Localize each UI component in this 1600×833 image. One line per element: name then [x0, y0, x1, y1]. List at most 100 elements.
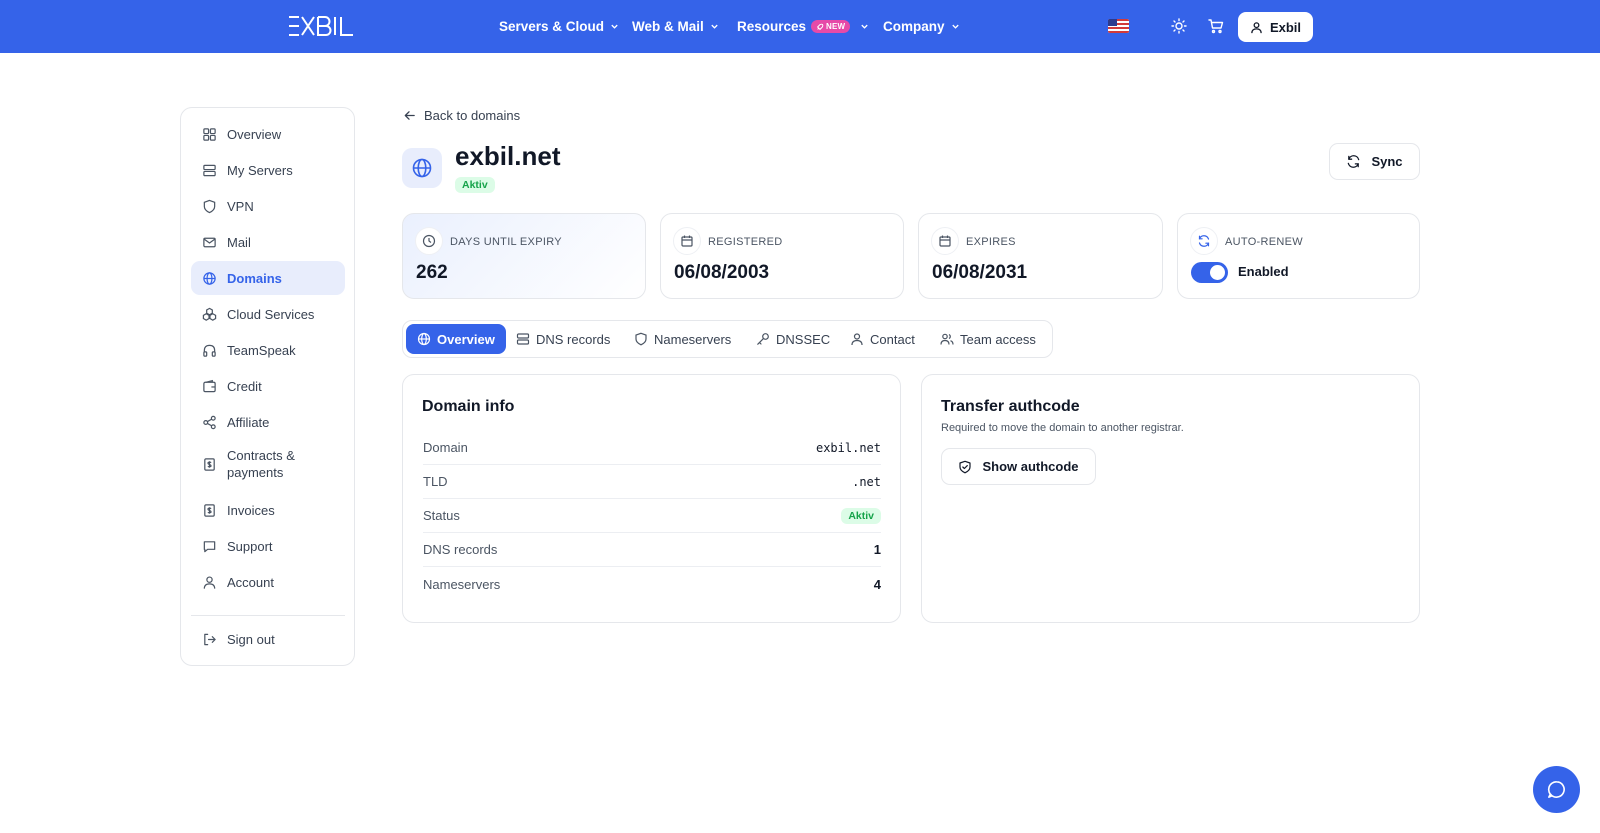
user-icon: [851, 333, 863, 346]
key-icon: [757, 333, 769, 345]
calendar-icon: [681, 235, 693, 247]
sidebar-item-affiliate[interactable]: Affiliate: [191, 405, 345, 439]
panel-title: Domain info: [422, 398, 515, 415]
wallet-icon: [203, 379, 216, 392]
sidebar-item-overview[interactable]: Overview: [191, 117, 345, 151]
tab-team-access[interactable]: Team access: [929, 324, 1047, 354]
transfer-authcode-panel: Transfer authcode Required to move the d…: [921, 374, 1420, 623]
arrow-left-icon: [404, 110, 415, 120]
server-icon: [203, 164, 216, 176]
status-badge: Aktiv: [841, 507, 881, 524]
stat-icon-wrap: [673, 227, 701, 255]
nav-servers-cloud[interactable]: Servers & Cloud: [499, 0, 619, 53]
panel-subtitle: Required to move the domain to another r…: [941, 422, 1184, 434]
tab-dnssec[interactable]: DNSSEC: [745, 324, 841, 354]
sidebar: Overview My Servers VPN Mail Domains Clo…: [180, 107, 355, 666]
mail-icon: [203, 237, 216, 247]
calendar-icon: [939, 235, 951, 247]
sidebar-item-domains[interactable]: Domains: [191, 261, 345, 295]
refresh-icon: [1348, 155, 1360, 168]
stat-value: 06/08/2003: [674, 262, 770, 283]
sidebar-item-sign-out[interactable]: Sign out: [191, 622, 345, 656]
server-icon: [516, 333, 530, 345]
sidebar-item-account[interactable]: Account: [191, 565, 345, 599]
stat-value: 06/08/2031: [932, 262, 1028, 283]
stat-card-registered: REGISTERED 06/08/2003: [660, 213, 904, 299]
refresh-icon: [1198, 235, 1210, 247]
back-to-domains-link[interactable]: Back to domains: [403, 106, 520, 124]
stat-value: 262: [416, 262, 448, 283]
tab-overview[interactable]: Overview: [406, 324, 506, 354]
sidebar-item-my-servers[interactable]: My Servers: [191, 153, 345, 187]
stat-label: EXPIRES: [966, 236, 1016, 248]
info-row-nameservers: Nameservers 4: [423, 576, 881, 592]
auto-renew-toggle[interactable]: [1191, 262, 1228, 283]
user-menu-button[interactable]: Exbil: [1238, 12, 1313, 42]
chevron-down-icon: [861, 24, 868, 29]
stat-card-days-until-expiry: DAYS UNTIL EXPIRY 262: [402, 213, 646, 299]
chevron-down-icon: [711, 24, 718, 29]
rocket-icon: [816, 23, 824, 30]
globe-icon: [417, 332, 431, 346]
sidebar-item-contracts-payments[interactable]: Contracts & payments: [191, 441, 345, 487]
stat-label: DAYS UNTIL EXPIRY: [450, 236, 562, 248]
sidebar-item-invoices[interactable]: Invoices: [191, 493, 345, 527]
tab-nameservers[interactable]: Nameservers: [623, 324, 742, 354]
cart-icon[interactable]: [1207, 17, 1225, 35]
chat-support-button[interactable]: [1533, 766, 1580, 813]
sidebar-item-teamspeak[interactable]: TeamSpeak: [191, 333, 345, 367]
sidebar-item-cloud-services[interactable]: Cloud Services: [191, 297, 345, 331]
info-row-status: Status Aktiv: [423, 499, 881, 533]
domain-info-panel: Domain info Domain exbil.net TLD .net St…: [402, 374, 901, 623]
chat-icon: [203, 540, 216, 552]
tab-dns-records[interactable]: DNS records: [505, 324, 621, 354]
stat-label: AUTO-RENEW: [1225, 236, 1303, 248]
auto-renew-state: Enabled: [1238, 264, 1289, 279]
sidebar-divider: [191, 615, 345, 616]
exbil-logo[interactable]: [287, 15, 359, 37]
globe-icon: [412, 158, 432, 178]
sidebar-item-mail[interactable]: Mail: [191, 225, 345, 259]
info-row-domain: Domain exbil.net: [423, 431, 881, 465]
us-flag-icon[interactable]: [1108, 19, 1129, 33]
show-authcode-button[interactable]: Show authcode: [941, 448, 1096, 485]
stat-icon-wrap: [415, 227, 443, 255]
logout-icon: [204, 633, 216, 645]
stat-icon-wrap: [1190, 227, 1218, 255]
user-icon: [1251, 21, 1262, 33]
chat-bubble-icon: [1547, 781, 1565, 798]
stat-card-expires: EXPIRES 06/08/2031: [918, 213, 1163, 299]
nav-web-mail[interactable]: Web & Mail: [632, 0, 719, 53]
info-row-tld: TLD .net: [423, 465, 881, 499]
chevron-down-icon: [951, 24, 959, 29]
sun-icon[interactable]: [1170, 17, 1188, 35]
chevron-down-icon: [611, 24, 618, 29]
page-title: exbil.net: [455, 141, 561, 171]
stat-icon-wrap: [931, 227, 959, 255]
sidebar-item-credit[interactable]: Credit: [191, 369, 345, 403]
top-navigation-bar: Servers & Cloud Web & Mail Resources NEW…: [0, 0, 1600, 53]
tab-contact[interactable]: Contact: [839, 324, 926, 354]
share-icon: [203, 415, 216, 429]
grid-icon: [203, 127, 216, 141]
sidebar-item-support[interactable]: Support: [191, 529, 345, 563]
invoice-icon: [204, 503, 215, 517]
nav-company[interactable]: Company: [883, 0, 960, 53]
info-row-dns-records: DNS records 1: [423, 533, 881, 567]
sync-button[interactable]: Sync: [1329, 143, 1420, 180]
shield-icon: [635, 332, 647, 346]
new-badge: NEW: [811, 20, 851, 33]
shield-icon: [203, 199, 216, 213]
contract-icon: [204, 457, 215, 471]
users-icon: [940, 333, 954, 345]
sidebar-item-vpn[interactable]: VPN: [191, 189, 345, 223]
status-badge: Aktiv: [455, 177, 495, 193]
clock-icon: [422, 234, 436, 248]
domain-globe-tile: [402, 148, 442, 188]
globe-icon: [203, 271, 216, 285]
cloud-services-icon: [202, 307, 217, 321]
headphones-icon: [203, 344, 216, 357]
nav-resources[interactable]: Resources NEW: [737, 0, 869, 53]
panel-title: Transfer authcode: [941, 398, 1080, 415]
domain-tabs: Overview DNS records Nameservers DNSSEC …: [402, 320, 1053, 358]
